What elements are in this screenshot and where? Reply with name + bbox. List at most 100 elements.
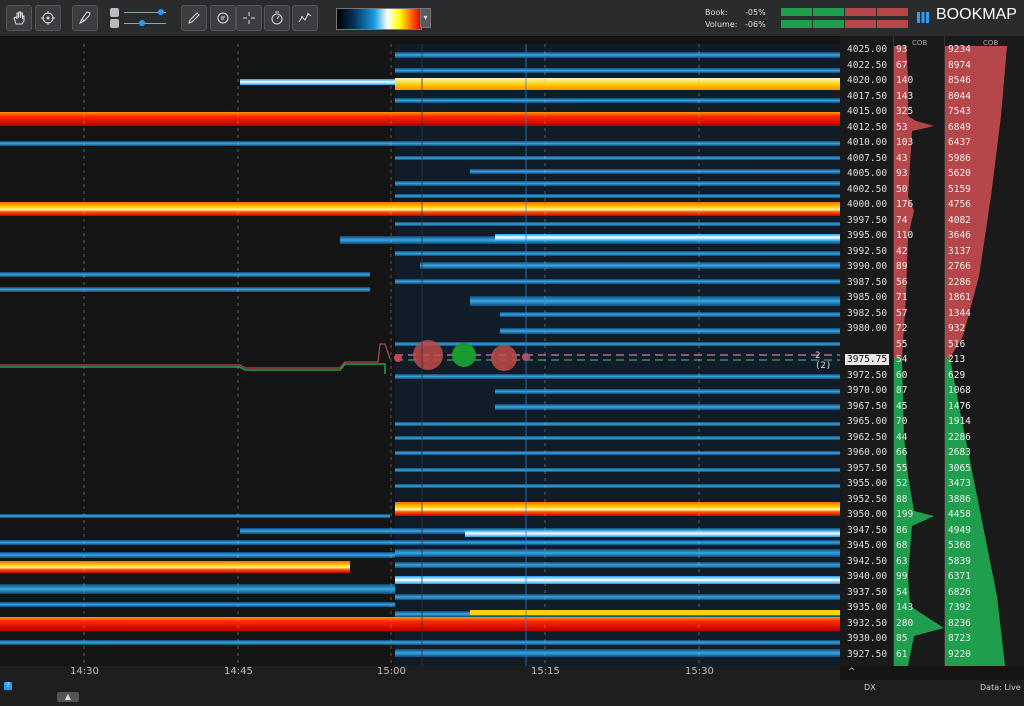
book-label: Book: <box>705 8 728 17</box>
cob1-value: 72 <box>896 323 908 334</box>
help-icon[interactable]: ? <box>4 682 12 690</box>
cob2-value: 6371 <box>948 571 971 582</box>
timer-icon <box>271 11 283 25</box>
cob2-value: 8974 <box>948 59 971 71</box>
chat-button[interactable] <box>210 5 236 31</box>
price-label: 3990.00 <box>847 261 888 272</box>
time-axis[interactable]: 14:30 14:45 15:00 15:15 15:30 <box>0 666 840 680</box>
cob1-value: 71 <box>896 292 908 303</box>
heatmap-canvas <box>0 44 840 666</box>
cob2-value: 3065 <box>948 462 971 474</box>
price-label: 3955.00 <box>847 478 888 489</box>
trade-bubble[interactable] <box>491 345 517 371</box>
cob1-value: 140 <box>896 75 914 86</box>
price-label: 4015.00 <box>847 106 888 117</box>
cob2-value: 6437 <box>948 137 971 148</box>
price-label: 3932.50 <box>847 617 888 629</box>
cob1-value: 85 <box>896 633 908 644</box>
pencil-button[interactable] <box>181 5 207 31</box>
rocket-button[interactable] <box>72 5 98 31</box>
timer-button[interactable] <box>264 5 290 31</box>
cob1-value: 44 <box>896 431 908 443</box>
cob1-value: 52 <box>896 478 908 489</box>
cob2-value: 8546 <box>948 75 971 86</box>
cob1-value: 61 <box>896 648 908 660</box>
cob1-value: 176 <box>896 199 914 210</box>
hand-tool-button[interactable] <box>6 5 32 31</box>
crosshair-button[interactable] <box>236 5 262 31</box>
cob1-value: 45 <box>896 400 908 412</box>
book-imbalance-bar <box>781 8 909 16</box>
price-label: 3972.50 <box>847 369 888 381</box>
target-button[interactable] <box>35 5 61 31</box>
colormap-selector[interactable] <box>336 8 422 30</box>
cob2-value: 9234 <box>948 44 971 55</box>
data-status: Data: Live <box>980 683 1021 692</box>
price-label: 3985.00 <box>847 292 888 303</box>
price-label: 3995.00 <box>847 230 888 241</box>
price-axis[interactable]: 4025.00 4022.50 4020.00 4017.50 4015.00 4012.… <box>840 36 896 666</box>
price-label: 4010.00 <box>847 137 888 148</box>
collapse-button[interactable]: ▲ <box>57 692 79 702</box>
cob1-value: 199 <box>896 509 914 520</box>
contrast-slider-track[interactable] <box>124 23 166 24</box>
brightness-slider-knob[interactable] <box>158 9 164 15</box>
cob2-value: 2286 <box>948 431 971 443</box>
cob2-value: 4458 <box>948 509 971 520</box>
cob2-value: 4949 <box>948 524 971 536</box>
brand-logo-text: BOOKMAP <box>936 6 1017 23</box>
price-label: 4025.00 <box>847 44 888 55</box>
volume-value: -06% <box>745 20 766 29</box>
order-book-heatmap[interactable]: 2 (2) <box>0 44 840 666</box>
cob1-value: 70 <box>896 416 908 427</box>
price-label: 3997.50 <box>847 214 888 226</box>
cob2-value: 1476 <box>948 400 971 412</box>
scroll-up-icon[interactable]: ^ <box>848 667 856 677</box>
cob1-value: 87 <box>896 385 908 396</box>
status-footer: ? ▲ ^ DX Data: Live <box>0 667 1024 706</box>
contrast-slider-knob[interactable] <box>139 20 145 26</box>
cob1-value: 60 <box>896 369 908 381</box>
price-label: 3982.50 <box>847 307 888 319</box>
time-label: 15:15 <box>531 666 560 677</box>
price-label: 4005.00 <box>847 168 888 179</box>
cob1-value: 67 <box>896 59 908 71</box>
price-label: 3965.00 <box>847 416 888 427</box>
cob2-value: 5986 <box>948 152 971 164</box>
cob1-value: 110 <box>896 230 914 241</box>
cob2-value: 3646 <box>948 230 971 241</box>
cob-column-1: COB 93 67 140 143 325 53 103 43 93 50 176 74 110 42 89… <box>893 36 946 666</box>
cob2-value: 2286 <box>948 276 971 288</box>
cob2-value: 9220 <box>948 648 971 660</box>
price-label: 3930.00 <box>847 633 888 644</box>
price-label: 3937.50 <box>847 586 888 598</box>
cob1-value: 56 <box>896 276 908 288</box>
ask-price-line <box>0 343 391 369</box>
price-label: 3960.00 <box>847 447 888 458</box>
colormap-dropdown-button[interactable]: ▾ <box>420 8 431 28</box>
cob2-value: 5368 <box>948 540 971 551</box>
cob1-value: 143 <box>896 602 914 613</box>
trend-button[interactable] <box>292 5 318 31</box>
chat-icon <box>217 12 229 24</box>
cob2-value: 1344 <box>948 307 971 319</box>
cob2-value: 3137 <box>948 245 971 257</box>
cob1-value: 57 <box>896 307 908 319</box>
cob1-value: 89 <box>896 261 908 272</box>
trade-bubble[interactable] <box>394 354 402 362</box>
cob1-value: 93 <box>896 168 908 179</box>
trade-bubble[interactable] <box>413 340 443 370</box>
cob1-value: 280 <box>896 617 914 629</box>
cob2-value: 8236 <box>948 617 971 629</box>
time-label: 14:30 <box>70 666 99 677</box>
toolbar: ▾ Book: -05% Volume: -06% BOOKMAP <box>0 0 1024 37</box>
cob1-value: 63 <box>896 555 908 567</box>
time-label: 15:00 <box>377 666 406 677</box>
price-label: 3952.50 <box>847 493 888 505</box>
trend-icon <box>298 13 312 23</box>
trade-bubble[interactable] <box>452 343 476 367</box>
cob2-value: 8044 <box>948 90 971 102</box>
pencil-icon <box>188 12 200 24</box>
price-label: 3945.00 <box>847 540 888 551</box>
price-label: 3967.50 <box>847 400 888 412</box>
